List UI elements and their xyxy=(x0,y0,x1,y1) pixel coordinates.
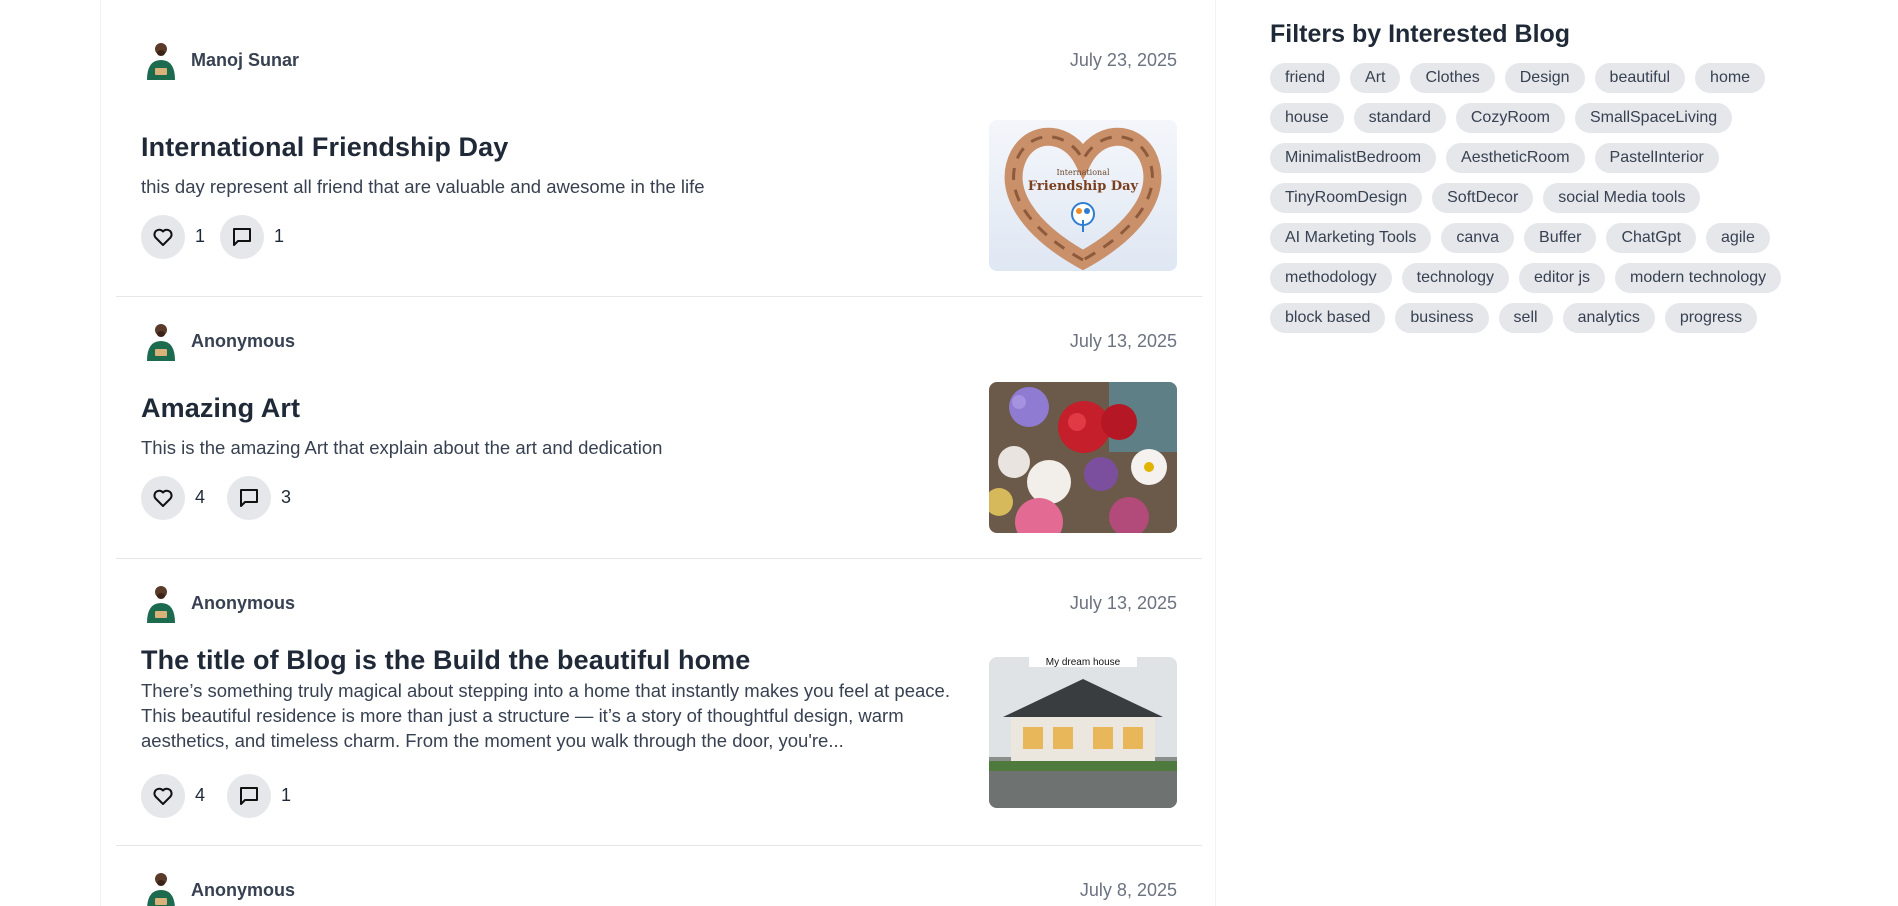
tag-chip[interactable]: AestheticRoom xyxy=(1446,143,1585,173)
tag-chip[interactable]: business xyxy=(1395,303,1489,333)
blog-post[interactable]: Manoj Sunar July 23, 2025 International … xyxy=(116,0,1202,297)
blog-post[interactable]: Anonymous July 8, 2025 xyxy=(116,846,1202,906)
comment-button[interactable] xyxy=(227,476,271,520)
post-header: Anonymous July 8, 2025 xyxy=(141,870,1177,906)
post-thumbnail[interactable]: My dream house xyxy=(989,657,1177,808)
tag-list: friend Art Clothes Design beautiful home house… xyxy=(1270,63,1810,333)
thumbnail-caption: Friendship Day xyxy=(1028,179,1139,194)
avatar[interactable] xyxy=(141,870,181,906)
comment-icon xyxy=(240,787,258,805)
tag-chip[interactable]: block based xyxy=(1270,303,1386,333)
post-thumbnail[interactable] xyxy=(989,382,1177,533)
blog-feed: Manoj Sunar July 23, 2025 International … xyxy=(100,0,1216,906)
post-date: July 13, 2025 xyxy=(1069,593,1177,613)
tag-chip[interactable]: CozyRoom xyxy=(1455,103,1565,133)
post-header: Manoj Sunar July 23, 2025 xyxy=(141,40,1177,80)
comment-button[interactable] xyxy=(220,215,264,259)
tag-chip[interactable]: canva xyxy=(1441,223,1515,253)
post-title[interactable]: Amazing Art xyxy=(141,393,300,424)
tag-chip[interactable]: sell xyxy=(1498,303,1553,333)
tag-chip[interactable]: friend xyxy=(1270,63,1341,93)
sidebar-title: Filters by Interested Blog xyxy=(1270,20,1571,48)
tag-chip[interactable]: house xyxy=(1270,103,1344,133)
tag-chip[interactable]: PastelInterior xyxy=(1594,143,1719,173)
blog-post[interactable]: Anonymous July 13, 2025 Amazing Art This… xyxy=(116,297,1202,559)
tag-chip[interactable]: Buffer xyxy=(1524,223,1597,253)
post-description: This is the amazing Art that explain abo… xyxy=(141,437,663,458)
post-description: There’s something truly magical about st… xyxy=(141,680,950,751)
tag-chip[interactable]: analytics xyxy=(1562,303,1655,333)
heart-icon xyxy=(153,489,173,507)
tag-chip[interactable]: home xyxy=(1695,63,1766,93)
comment-count: 1 xyxy=(274,226,285,246)
tag-chip[interactable]: SoftDecor xyxy=(1432,183,1534,213)
post-title[interactable]: International Friendship Day xyxy=(141,132,508,163)
post-date: July 8, 2025 xyxy=(1079,880,1177,900)
tag-chip[interactable]: ChatGpt xyxy=(1606,223,1697,253)
tag-chip[interactable]: Clothes xyxy=(1410,63,1495,93)
post-author[interactable]: Anonymous xyxy=(191,880,295,901)
post-author[interactable]: Anonymous xyxy=(191,593,295,614)
post-date: July 23, 2025 xyxy=(1069,50,1177,70)
tag-chip[interactable]: SmallSpaceLiving xyxy=(1575,103,1733,133)
post-author[interactable]: Anonymous xyxy=(191,331,295,352)
comment-count: 1 xyxy=(281,785,292,805)
tag-chip[interactable]: standard xyxy=(1353,103,1446,133)
tag-chip[interactable]: methodology xyxy=(1270,263,1392,293)
like-button[interactable] xyxy=(141,774,185,818)
comment-icon xyxy=(233,228,251,246)
post-thumbnail[interactable]: International Friendship Day xyxy=(989,120,1177,271)
blog-post[interactable]: Anonymous July 13, 2025 The title of Blo… xyxy=(116,559,1202,846)
tag-chip[interactable]: MinimalistBedroom xyxy=(1270,143,1437,173)
like-button[interactable] xyxy=(141,476,185,520)
tag-chip[interactable]: agile xyxy=(1706,223,1770,253)
like-button[interactable] xyxy=(141,215,185,259)
tag-chip[interactable]: Art xyxy=(1350,63,1401,93)
tag-chip[interactable]: Design xyxy=(1504,63,1585,93)
tag-chip[interactable]: editor js xyxy=(1519,263,1606,293)
like-count: 4 xyxy=(195,487,206,507)
post-date: July 13, 2025 xyxy=(1069,331,1177,351)
comment-button[interactable] xyxy=(227,774,271,818)
avatar[interactable] xyxy=(141,583,181,623)
tag-chip[interactable]: beautiful xyxy=(1594,63,1686,93)
tag-chip[interactable]: AI Marketing Tools xyxy=(1270,223,1432,253)
tag-chip[interactable]: social Media tools xyxy=(1543,183,1701,213)
thumbnail-caption: My dream house xyxy=(1046,657,1121,668)
post-author[interactable]: Manoj Sunar xyxy=(191,50,299,71)
post-header: Anonymous July 13, 2025 xyxy=(141,583,1177,623)
tag-chip[interactable]: modern technology xyxy=(1615,263,1782,293)
thumbnail-caption: International xyxy=(1056,168,1110,177)
avatar[interactable] xyxy=(141,321,181,361)
avatar[interactable] xyxy=(141,40,181,80)
comment-count: 3 xyxy=(281,487,292,507)
heart-icon xyxy=(153,787,173,805)
post-title[interactable]: The title of Blog is the Build the beaut… xyxy=(141,645,750,676)
post-header: Anonymous July 13, 2025 xyxy=(141,321,1177,361)
comment-icon xyxy=(240,489,258,507)
tag-chip[interactable]: progress xyxy=(1664,303,1758,333)
filter-sidebar: Filters by Interested Blog friend Art Clot… xyxy=(1270,20,1830,333)
tag-chip[interactable]: TinyRoomDesign xyxy=(1270,183,1423,213)
like-count: 1 xyxy=(195,226,206,246)
heart-icon xyxy=(153,228,173,246)
like-count: 4 xyxy=(195,785,206,805)
post-description: this day represent all friend that are v… xyxy=(141,176,705,197)
tag-chip[interactable]: technology xyxy=(1401,263,1510,293)
